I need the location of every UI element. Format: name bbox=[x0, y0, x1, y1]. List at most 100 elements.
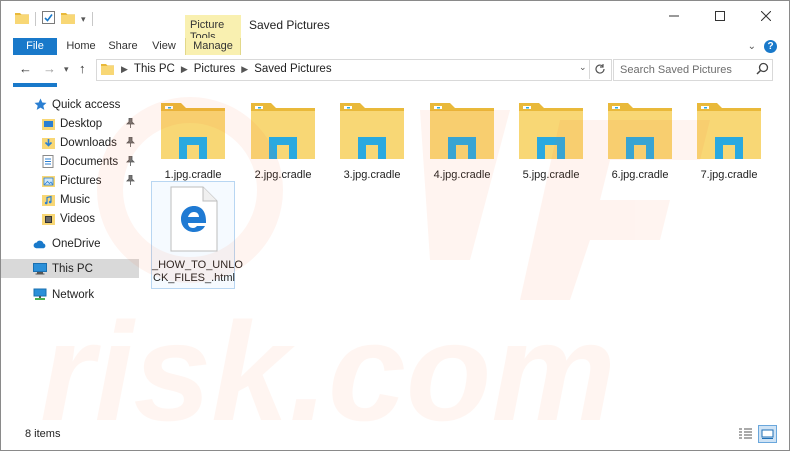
star-icon bbox=[33, 98, 47, 112]
toolbar-separator bbox=[91, 12, 93, 26]
view-toggle bbox=[737, 425, 777, 443]
file-item[interactable]: 2.jpg.cradle bbox=[241, 93, 325, 193]
sidebar-item-label: Network bbox=[52, 288, 95, 301]
breadcrumb: ▶ This PC ▶ Pictures ▶ Saved Pictures bbox=[121, 63, 332, 75]
file-item[interactable]: 7.jpg.cradle bbox=[687, 93, 771, 193]
file-name: 4.jpg.cradle bbox=[433, 169, 491, 181]
sidebar-item-network[interactable]: Network bbox=[1, 285, 139, 304]
file-name: _HOW_TO_UNLO CK_FILES_.html bbox=[152, 259, 243, 285]
recent-locations-icon[interactable]: ▾ bbox=[64, 64, 69, 75]
sidebar-item-quick-access[interactable]: Quick access bbox=[1, 95, 139, 114]
file-name: 2.jpg.cradle bbox=[254, 169, 312, 181]
sidebar-item-music[interactable]: Music bbox=[1, 190, 139, 209]
folder-icon bbox=[606, 99, 674, 161]
sidebar-item-desktop[interactable]: Desktop bbox=[1, 114, 139, 133]
sidebar-item-label: Downloads bbox=[60, 136, 117, 149]
new-folder-icon[interactable] bbox=[61, 12, 75, 27]
sidebar-item-videos[interactable]: Videos bbox=[1, 209, 139, 228]
sidebar-item-label: OneDrive bbox=[52, 237, 101, 250]
breadcrumb-pictures[interactable]: Pictures bbox=[194, 63, 236, 75]
refresh-icon bbox=[595, 64, 605, 74]
ribbon-right-controls: ⌄ ? bbox=[748, 40, 777, 53]
folder-icon bbox=[15, 12, 29, 27]
computer-icon bbox=[33, 262, 47, 276]
close-icon bbox=[761, 11, 771, 21]
minimize-button[interactable] bbox=[651, 1, 697, 31]
cloud-icon bbox=[33, 237, 47, 251]
window-title: Saved Pictures bbox=[249, 18, 330, 32]
sidebar-item-label: Documents bbox=[60, 155, 119, 168]
download-icon bbox=[41, 136, 55, 150]
minimize-icon bbox=[669, 15, 679, 17]
expand-ribbon-icon[interactable]: ⌄ bbox=[748, 41, 756, 52]
file-list: 1.jpg.cradle 2.jpg.cradle 3.jpg.cradle 4… bbox=[141, 87, 789, 417]
file-name: 3.jpg.cradle bbox=[343, 169, 401, 181]
tab-share[interactable]: Share bbox=[107, 38, 139, 55]
folder-icon bbox=[249, 99, 317, 161]
file-name: 6.jpg.cradle bbox=[611, 169, 669, 181]
desktop-folder-icon bbox=[41, 117, 55, 131]
chevron-right-icon: ▶ bbox=[180, 63, 188, 74]
file-name: 7.jpg.cradle bbox=[700, 169, 758, 181]
file-name-line: CK_FILES_.html bbox=[153, 272, 235, 284]
back-arrow-icon[interactable]: ← bbox=[19, 61, 32, 76]
address-folder-icon bbox=[101, 63, 114, 78]
folder-icon bbox=[159, 99, 227, 161]
network-icon bbox=[33, 288, 47, 302]
file-item[interactable]: 5.jpg.cradle bbox=[509, 93, 593, 193]
large-icons-view-icon bbox=[761, 429, 774, 439]
video-icon bbox=[41, 212, 55, 226]
pin-icon[interactable] bbox=[126, 155, 135, 169]
quick-access-toolbar: ▾ bbox=[15, 11, 93, 27]
navigation-pane: Quick access Desktop Downloads Documents bbox=[1, 87, 139, 407]
explorer-window: ▾ Picture Tools Saved Pictures File Home… bbox=[0, 0, 790, 451]
refresh-button[interactable] bbox=[589, 59, 610, 79]
pin-icon[interactable] bbox=[126, 136, 135, 150]
breadcrumb-this-pc[interactable]: This PC bbox=[134, 63, 175, 75]
file-name: 5.jpg.cradle bbox=[522, 169, 580, 181]
breadcrumb-saved-pictures[interactable]: Saved Pictures bbox=[254, 63, 331, 75]
search-box bbox=[613, 59, 773, 81]
sidebar-item-pictures[interactable]: Pictures bbox=[1, 171, 139, 190]
music-icon bbox=[41, 193, 55, 207]
file-item[interactable]: 3.jpg.cradle bbox=[330, 93, 414, 193]
close-button[interactable] bbox=[743, 1, 789, 31]
file-item[interactable]: 4.jpg.cradle bbox=[420, 93, 504, 193]
customize-toolbar-icon[interactable]: ▾ bbox=[81, 14, 86, 25]
sidebar-item-this-pc[interactable]: This PC bbox=[1, 259, 139, 278]
pin-icon[interactable] bbox=[126, 117, 135, 131]
large-icons-view-button[interactable] bbox=[758, 425, 777, 443]
file-item-selected[interactable]: _HOW_TO_UNLO CK_FILES_.html bbox=[151, 181, 243, 289]
maximize-button[interactable] bbox=[697, 1, 743, 31]
maximize-icon bbox=[715, 11, 725, 21]
picture-tools-header: Picture Tools bbox=[185, 15, 241, 43]
sidebar-item-onedrive[interactable]: OneDrive bbox=[1, 234, 139, 253]
file-item[interactable]: 1.jpg.cradle bbox=[151, 93, 235, 193]
sidebar-item-documents[interactable]: Documents bbox=[1, 152, 139, 171]
help-icon[interactable]: ? bbox=[764, 40, 777, 53]
forward-arrow-icon[interactable]: → bbox=[43, 61, 56, 76]
sidebar-item-downloads[interactable]: Downloads bbox=[1, 133, 139, 152]
properties-icon[interactable] bbox=[42, 11, 55, 27]
tab-home[interactable]: Home bbox=[65, 38, 97, 55]
folder-icon bbox=[517, 99, 585, 161]
chevron-right-icon: ▶ bbox=[241, 63, 249, 74]
search-input[interactable] bbox=[618, 62, 752, 78]
details-view-button[interactable] bbox=[737, 425, 754, 441]
html-file-icon bbox=[160, 186, 228, 252]
search-icon[interactable] bbox=[756, 62, 769, 78]
details-view-icon bbox=[739, 428, 752, 438]
tab-view[interactable]: View bbox=[149, 38, 179, 55]
up-arrow-icon[interactable]: ↑ bbox=[79, 61, 86, 76]
sidebar-item-label: Music bbox=[60, 193, 91, 206]
address-dropdown-icon[interactable]: ⌄ bbox=[579, 62, 587, 73]
pin-icon[interactable] bbox=[126, 174, 135, 188]
navigation-bar: ← → ▾ ↑ ▶ This PC ▶ Pictures ▶ Saved Pic… bbox=[1, 55, 789, 83]
tab-manage[interactable]: Manage bbox=[185, 38, 241, 55]
title-bar: ▾ Picture Tools Saved Pictures bbox=[1, 1, 789, 43]
file-item[interactable]: 6.jpg.cradle bbox=[598, 93, 682, 193]
status-bar: 8 items bbox=[1, 419, 789, 450]
document-icon bbox=[41, 155, 55, 169]
sidebar-item-label: Videos bbox=[60, 212, 95, 225]
address-bar[interactable]: ▶ This PC ▶ Pictures ▶ Saved Pictures bbox=[96, 59, 612, 81]
